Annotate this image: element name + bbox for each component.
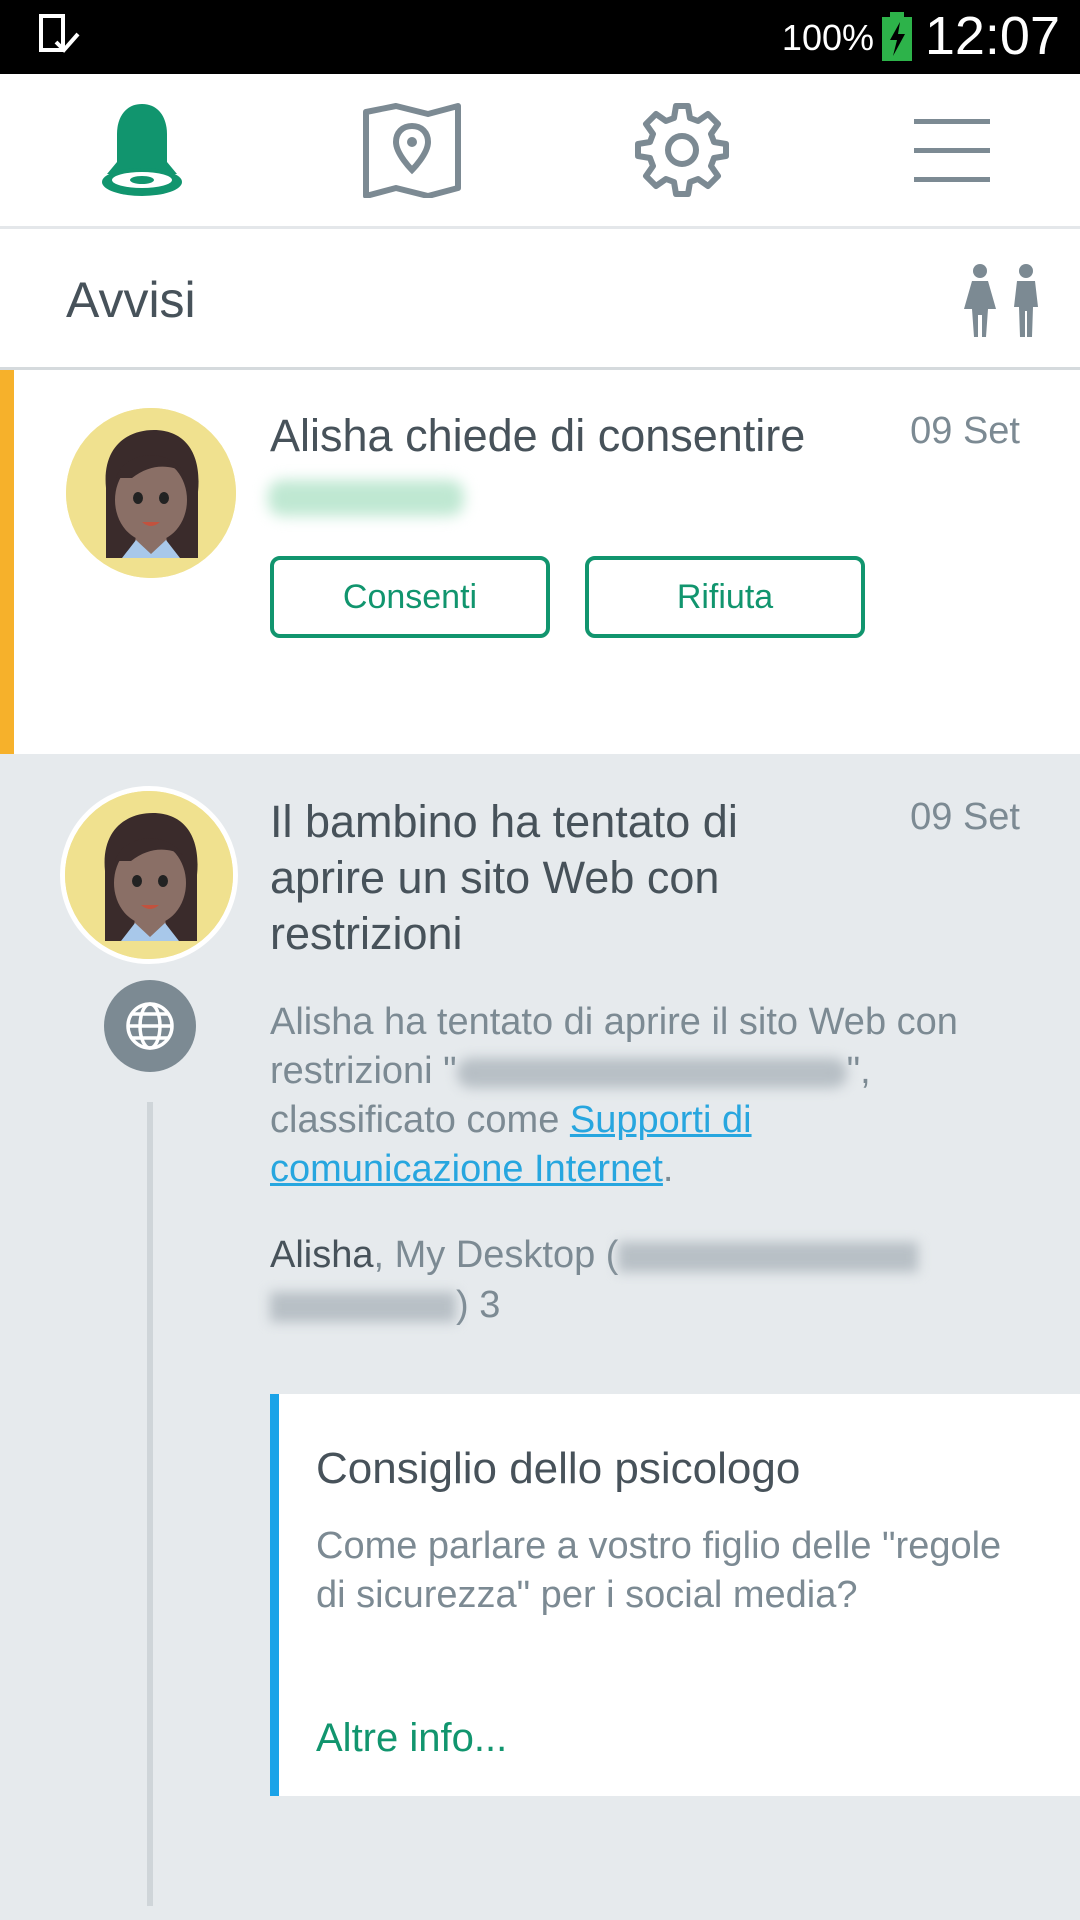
child-avatar (66, 408, 236, 578)
device-check-icon (39, 14, 80, 53)
status-bar: 100% 12:07 (0, 0, 1080, 74)
map-pin-icon (363, 103, 461, 198)
alert-date: 09 Set (910, 410, 1020, 452)
device-user: Alisha (270, 1234, 374, 1276)
tab-alerts[interactable] (7, 74, 277, 226)
globe-icon (104, 980, 196, 1072)
psychologist-tip-card: Consiglio dello psicologo Come parlare a… (270, 1394, 1080, 1796)
page-title: Avvisi (66, 272, 196, 328)
deny-button[interactable]: Rifiuta (585, 556, 865, 638)
alert-title: Il bambino ha tentato di aprire un sito … (270, 796, 738, 959)
menu-icon (914, 119, 990, 182)
redacted-url (456, 1057, 847, 1088)
device-suffix: ) 3 (456, 1284, 501, 1326)
allow-button[interactable]: Consenti (270, 556, 550, 638)
tip-body: Come parlare a vostro figlio delle "rego… (316, 1525, 1002, 1616)
battery-charging-icon (882, 12, 912, 61)
clock: 12:07 (924, 6, 1060, 66)
device-label: , My Desktop ( (373, 1234, 619, 1276)
top-navigation (0, 74, 1080, 229)
device-info: Alisha, My Desktop ( ) 3 (270, 1230, 990, 1330)
redacted-device (618, 1241, 919, 1272)
more-info-link[interactable]: Altre info... (316, 1716, 507, 1761)
battery-percent: 100% (781, 17, 874, 58)
family-icon[interactable] (960, 263, 1048, 337)
tab-settings[interactable] (547, 74, 817, 226)
gear-icon (635, 103, 729, 197)
page-header: Avvisi (0, 229, 1080, 370)
alert-date: 09 Set (910, 796, 1020, 838)
alert-description: Alisha ha tentato di aprire il sito Web … (270, 998, 990, 1194)
tab-menu[interactable] (817, 74, 1080, 226)
alert-card-restricted-site: Il bambino ha tentato di aprire un sito … (0, 756, 1080, 1920)
redacted-item (268, 480, 464, 516)
alert-accent-bar (0, 370, 14, 754)
timeline-line (147, 1102, 153, 1906)
tip-title: Consiglio dello psicologo (316, 1444, 801, 1493)
tab-map[interactable] (277, 74, 547, 226)
redacted-device (270, 1291, 456, 1322)
alert-title: Alisha chiede di consentire (270, 410, 806, 461)
bell-icon (102, 104, 182, 196)
alert-card-request: Alisha chiede di consentire 09 Set Conse… (0, 370, 1080, 754)
description-text: . (662, 1148, 674, 1190)
child-avatar (60, 786, 238, 964)
